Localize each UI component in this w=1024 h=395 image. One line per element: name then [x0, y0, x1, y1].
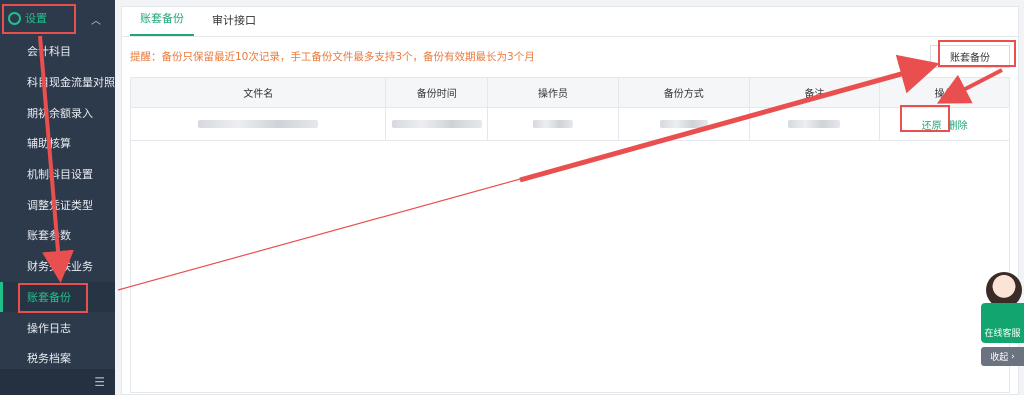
cell-backup-time [386, 108, 489, 140]
sidebar-item-accounts[interactable]: 会计科目 [0, 36, 115, 67]
tab-ledger-backup[interactable]: 账套备份 [130, 10, 194, 36]
cell-backup-method [619, 108, 750, 140]
redacted-value [391, 120, 482, 128]
redacted-value [198, 120, 319, 128]
col-backup-time: 备份时间 [386, 78, 489, 107]
col-backup-method: 备份方式 [619, 78, 750, 107]
cell-remark [750, 108, 881, 140]
sidebar-item-opening-balance[interactable]: 期初余额录入 [0, 97, 115, 128]
collapse-menu-icon[interactable]: ☰ [94, 375, 105, 389]
sidebar-item-auxiliary[interactable]: 辅助核算 [0, 128, 115, 159]
online-service-button[interactable]: 在线客服 [981, 303, 1024, 343]
collapse-widget-label: 收起 [990, 353, 1009, 363]
sidebar: 设置 ︿ 会计科目 科目现金流量对照 期初余额录入 辅助核算 机制科目设置 调整… [0, 0, 115, 395]
cell-filename [131, 108, 387, 140]
redacted-value [659, 120, 708, 128]
highlight-ledger-backup-menu [18, 283, 88, 313]
sidebar-item-cashflow-mapping[interactable]: 科目现金流量对照 [0, 67, 115, 98]
highlight-backup-button [938, 40, 1016, 67]
content-panel: 账套备份 审计接口 提醒：备份只保留最近10次记录，手工备份文件最多支持3个，备… [121, 6, 1019, 395]
table-row: 还原 删除 [131, 108, 1009, 141]
delete-link[interactable]: 删除 [948, 117, 968, 132]
cell-operator [488, 108, 619, 140]
col-operator: 操作员 [488, 78, 619, 107]
tab-audit-interface[interactable]: 审计接口 [202, 12, 266, 36]
backup-table: 文件名 备份时间 操作员 备份方式 备注 操作 还原 删除 [130, 77, 1010, 393]
redacted-value [533, 120, 574, 128]
online-service-label: 在线客服 [984, 329, 1021, 339]
sidebar-item-operation-log[interactable]: 操作日志 [0, 312, 115, 343]
table-header: 文件名 备份时间 操作员 备份方式 备注 操作 [131, 78, 1009, 108]
sidebar-item-related-business[interactable]: 财务关联业务 [0, 251, 115, 282]
col-actions: 操作 [934, 89, 955, 100]
col-filename: 文件名 [131, 78, 387, 107]
chevron-right-icon: › [1008, 351, 1015, 362]
sidebar-footer: ☰ [0, 369, 115, 395]
col-remark: 备注 [750, 78, 881, 107]
highlight-settings [2, 4, 76, 34]
sidebar-item-mechanism-account[interactable]: 机制科目设置 [0, 159, 115, 190]
reminder-text: 提醒：备份只保留最近10次记录，手工备份文件最多支持3个，备份有效期最长为3个月 [130, 51, 535, 63]
main-area: 账套备份 审计接口 提醒：备份只保留最近10次记录，手工备份文件最多支持3个，备… [115, 0, 1024, 395]
sidebar-item-voucher-type[interactable]: 调整凭证类型 [0, 189, 115, 220]
sidebar-item-ledger-params[interactable]: 账套参数 [0, 220, 115, 251]
redacted-value [788, 120, 841, 128]
chevron-up-icon[interactable]: ︿ [91, 12, 101, 27]
tab-bar: 账套备份 审计接口 [122, 7, 1018, 37]
collapse-widget-button[interactable]: 收起 › [981, 347, 1024, 366]
highlight-restore-link [900, 105, 950, 132]
